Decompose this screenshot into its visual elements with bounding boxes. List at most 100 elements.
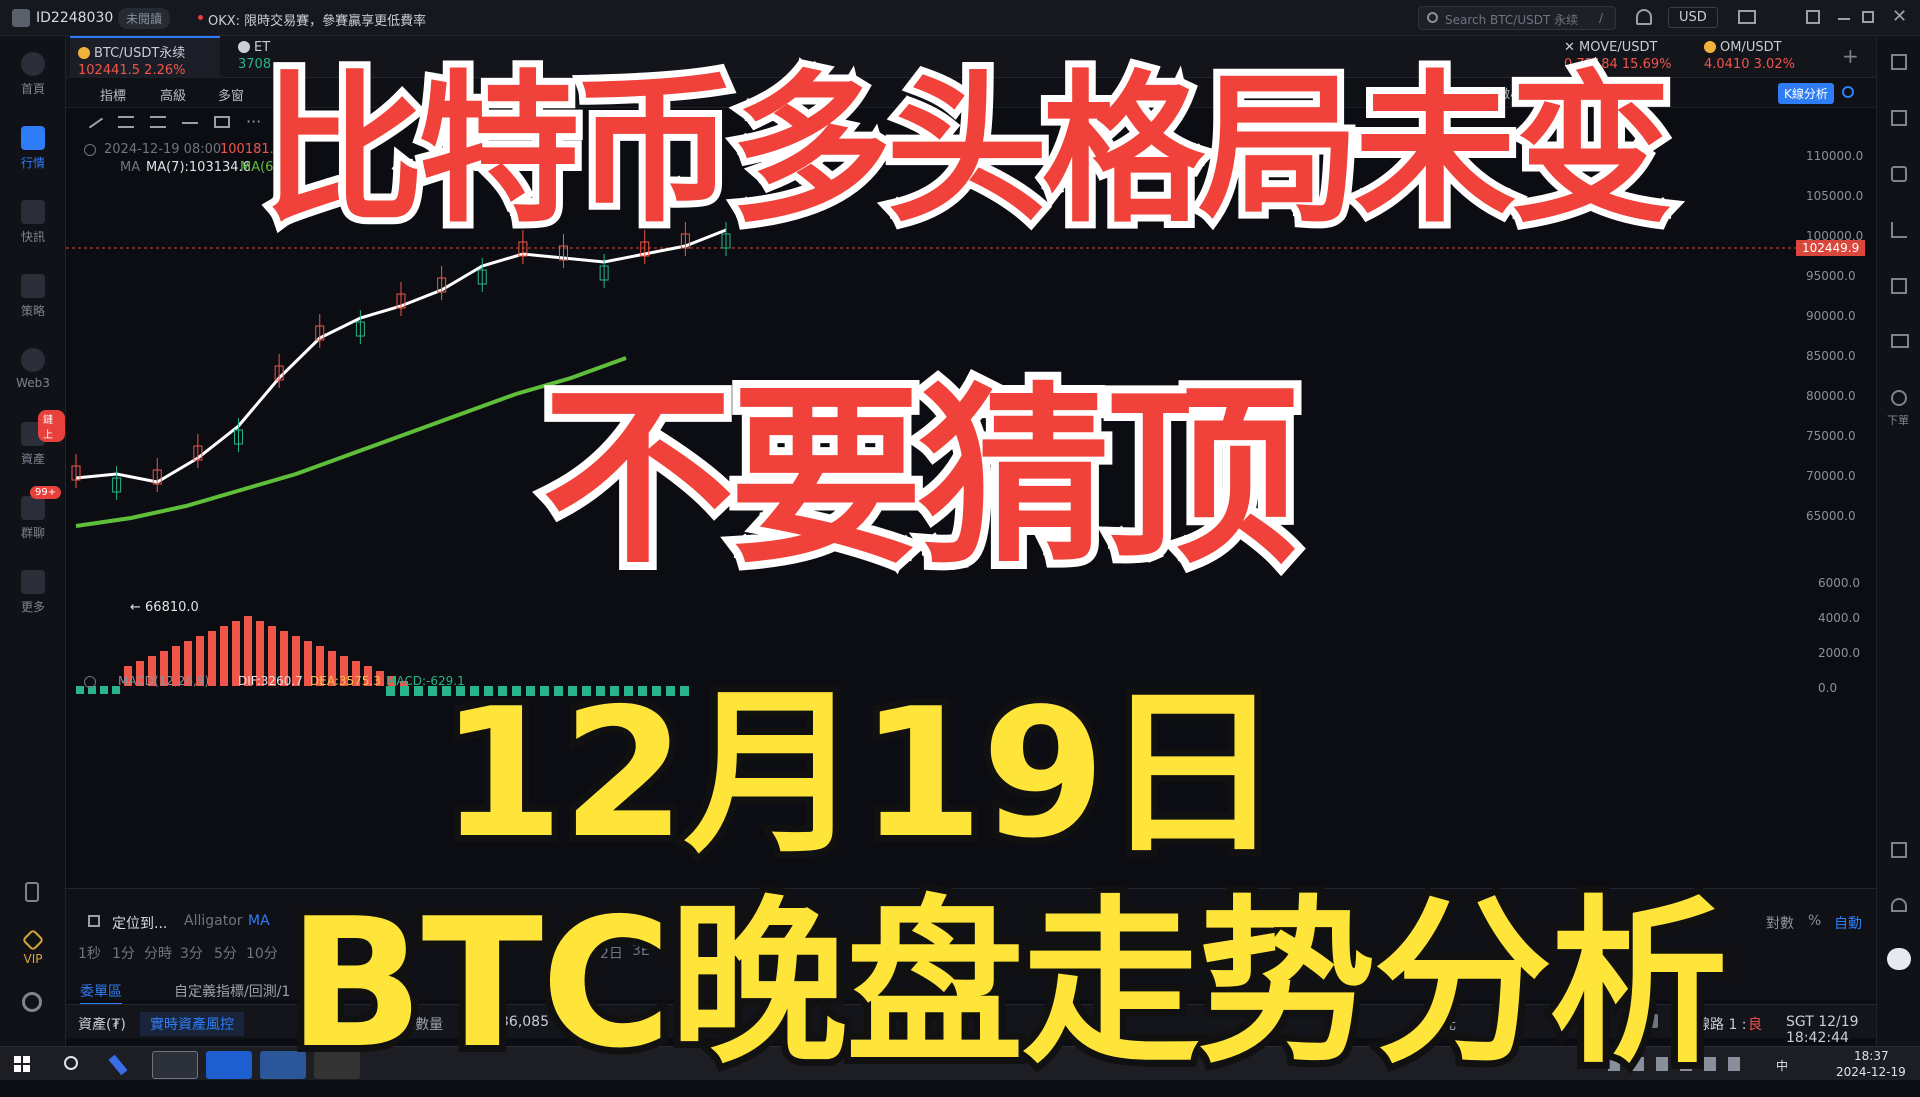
calendar-icon[interactable]	[88, 915, 100, 927]
percent-toggle[interactable]: %	[1808, 913, 1821, 929]
ime-indicator[interactable]: 中	[1776, 1057, 1788, 1074]
maximize-icon[interactable]	[1862, 11, 1874, 23]
grid-icon	[21, 570, 45, 594]
rail-strategy[interactable]: 策略	[0, 274, 66, 319]
account-icon[interactable]	[12, 9, 30, 27]
interval-line[interactable]: 分時	[144, 943, 172, 963]
add-tab-icon[interactable]: +	[1842, 44, 1859, 68]
rail-market[interactable]: 行情	[0, 126, 66, 171]
macd-bar	[100, 686, 108, 694]
goto-button[interactable]: 定位到...	[112, 913, 167, 933]
okx-app-icon[interactable]	[152, 1051, 198, 1079]
orderbook-icon[interactable]	[1891, 110, 1907, 126]
price-tick: 105000.0	[1806, 189, 1864, 203]
low-marker: ← 66810.0	[130, 600, 199, 615]
mail-icon[interactable]	[1738, 10, 1756, 24]
chain-badge: 鏈上	[38, 410, 65, 442]
interval-3m[interactable]: 3分	[180, 943, 203, 963]
order-icon[interactable]	[1891, 390, 1907, 406]
home-icon	[21, 52, 45, 76]
macd-tick: 4000.0	[1818, 611, 1860, 625]
btc-coin-icon	[78, 47, 90, 59]
tab-change: 2.26%	[144, 63, 186, 78]
rail-home[interactable]: 首頁	[0, 52, 66, 97]
log-toggle[interactable]: 對數	[1766, 913, 1794, 933]
trendline-icon[interactable]	[88, 117, 104, 129]
rail-label: 快訊	[20, 230, 45, 244]
line-state: 良	[1748, 1017, 1762, 1033]
tab-btc[interactable]: BTC/USDT永续 102441.5 2.26%	[70, 36, 220, 78]
more-tools-icon[interactable]: ···	[246, 112, 261, 131]
interval-1m[interactable]: 1分	[112, 943, 135, 963]
macd-tick: 6000.0	[1818, 576, 1860, 590]
rail-more[interactable]: 更多	[0, 570, 66, 615]
rect-icon[interactable]	[214, 116, 230, 128]
risk-button[interactable]: 實時資產風控	[140, 1012, 244, 1036]
windows-start-icon[interactable]	[14, 1056, 30, 1072]
price-tick: 75000.0	[1806, 429, 1856, 443]
share-icon[interactable]	[1842, 86, 1854, 98]
order-label[interactable]: 下單	[1887, 412, 1909, 428]
tab-price: 102441.5	[78, 63, 141, 78]
tab-custom-indicators[interactable]: 自定義指標/回測/1	[174, 981, 290, 1001]
tab-order-area[interactable]: 委單區	[80, 981, 122, 1005]
indicators-button[interactable]: 指標	[100, 85, 126, 104]
macd-bar	[76, 686, 84, 694]
robot-icon	[21, 274, 45, 298]
eth-coin-icon	[238, 41, 250, 53]
ticker-dot	[198, 15, 203, 20]
parallel-icon[interactable]	[118, 116, 134, 128]
news-icon	[21, 200, 45, 224]
auto-toggle[interactable]: 自動	[1834, 913, 1862, 933]
chart-panel-icon[interactable]	[1891, 278, 1907, 294]
left-rail: 首頁 行情 快訊 策略 Web3 資產 鏈上 群聊 99+ 更多 VIP	[0, 36, 66, 1046]
phone-icon[interactable]	[25, 882, 39, 902]
rail-news[interactable]: 快訊	[0, 200, 66, 245]
support-bot-icon[interactable]	[1887, 948, 1911, 970]
asset-label[interactable]: 資產(₮)	[78, 1014, 126, 1034]
account-id[interactable]: ID2248030	[36, 10, 113, 26]
interval-5m[interactable]: 5分	[214, 943, 237, 963]
window-icon[interactable]	[1891, 842, 1907, 858]
interval-10m[interactable]: 10分	[246, 943, 278, 963]
verify-badge[interactable]: 未閱讀	[118, 8, 171, 29]
settings-icon[interactable]	[22, 992, 42, 1012]
currency-select[interactable]: USD	[1668, 7, 1718, 28]
card-icon[interactable]	[1891, 334, 1909, 348]
rail-chat[interactable]: 群聊	[0, 496, 66, 541]
pen-app-icon[interactable]	[108, 1054, 128, 1076]
headset-icon[interactable]	[1891, 898, 1907, 912]
multi-window-button[interactable]: 多窗	[218, 85, 244, 104]
kline-analysis-button[interactable]: K線分析	[1778, 83, 1834, 104]
right-rail: 下單	[1876, 36, 1920, 1046]
status-clock: SGT 12/19 18:42:44	[1786, 1014, 1859, 1046]
macd-label: MACD(12,26,9)	[118, 674, 210, 688]
vip-label: VIP	[23, 952, 43, 966]
interval-1s[interactable]: 1秒	[78, 943, 101, 963]
minimize-icon[interactable]	[1838, 18, 1850, 20]
rail-vip[interactable]: VIP	[0, 928, 66, 966]
rail-web3[interactable]: Web3	[0, 348, 66, 390]
overlay-topic: BTC晚盘走势分析	[281, 873, 1735, 1094]
popout-icon[interactable]	[1806, 10, 1820, 24]
blue-app-icon[interactable]	[206, 1051, 252, 1079]
macd-bar	[220, 626, 228, 686]
ma-button[interactable]: MA	[248, 913, 270, 929]
taskbar-time: 18:37	[1854, 1049, 1889, 1063]
macd-dea: DEA:3575.3	[310, 674, 381, 688]
fib-icon[interactable]	[150, 116, 166, 128]
dollar-icon[interactable]	[1891, 166, 1907, 182]
tab-om[interactable]: OM/USDT 4.0410 3.02%	[1696, 36, 1826, 78]
tab-name: BTC/USDT永续	[94, 46, 186, 61]
layout-icon[interactable]	[1891, 54, 1907, 70]
hline-icon[interactable]	[182, 122, 198, 124]
macd-bar	[208, 631, 216, 686]
close-icon[interactable]: ✕	[1892, 6, 1907, 27]
search-icon[interactable]	[64, 1056, 78, 1070]
trend-icon[interactable]	[1891, 222, 1907, 238]
rail-label: 資產	[20, 452, 45, 466]
macd-tick: 2000.0	[1818, 646, 1860, 660]
alligator-button[interactable]: Alligator	[184, 913, 243, 929]
advanced-button[interactable]: 高級	[160, 85, 186, 104]
eye-icon[interactable]	[84, 676, 96, 688]
